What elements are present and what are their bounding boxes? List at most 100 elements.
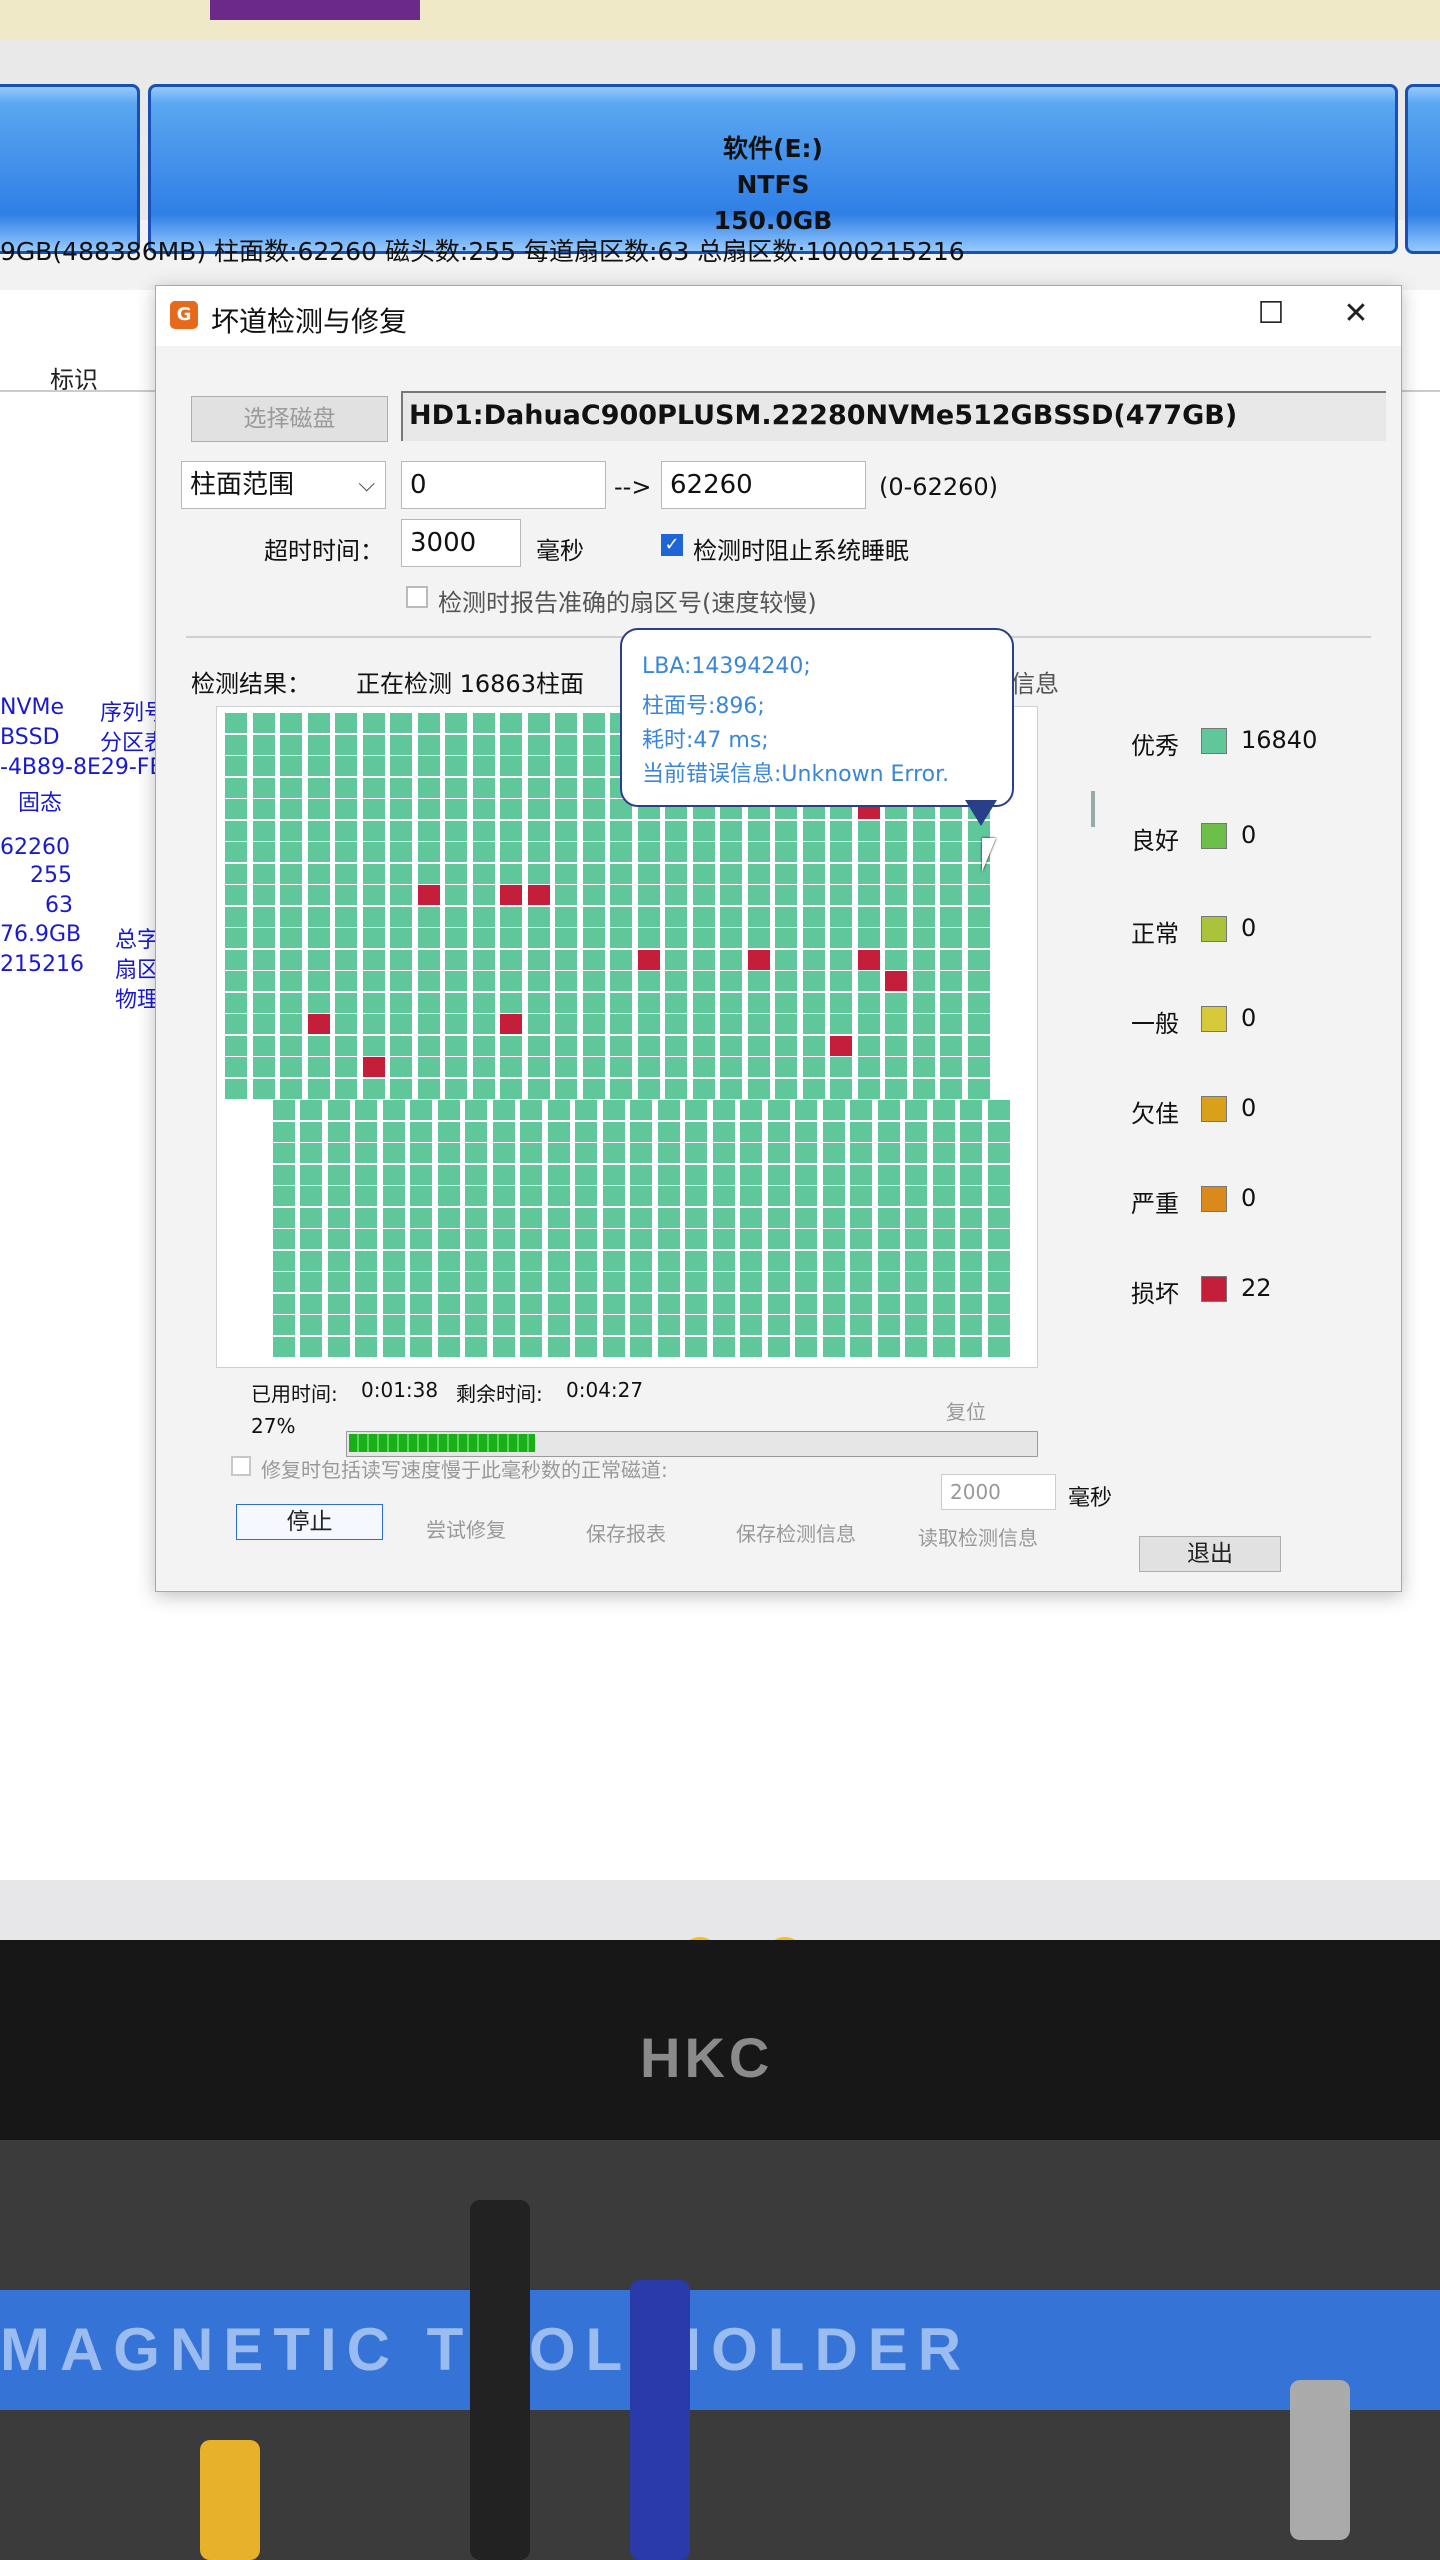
sector-block[interactable] bbox=[987, 1121, 1010, 1142]
sector-block[interactable] bbox=[472, 842, 495, 862]
save-report-button[interactable]: 保存报表 bbox=[586, 1518, 666, 1547]
sector-block[interactable] bbox=[665, 1035, 687, 1056]
sector-block[interactable] bbox=[857, 992, 880, 1013]
sector-block[interactable] bbox=[527, 971, 550, 991]
sector-block[interactable] bbox=[967, 992, 990, 1013]
stop-button[interactable]: 停止 bbox=[236, 1504, 383, 1540]
sector-block[interactable] bbox=[327, 1336, 350, 1357]
sector-block[interactable] bbox=[877, 1229, 900, 1249]
sector-block[interactable] bbox=[500, 799, 522, 819]
sector-block[interactable] bbox=[252, 992, 275, 1013]
sector-block[interactable] bbox=[465, 1336, 487, 1357]
sector-block[interactable] bbox=[527, 799, 550, 819]
sector-block[interactable] bbox=[280, 1057, 302, 1077]
sector-block[interactable] bbox=[225, 734, 247, 755]
sector-block[interactable] bbox=[637, 820, 660, 841]
sector-block[interactable] bbox=[272, 1336, 295, 1357]
sector-block[interactable] bbox=[877, 1250, 900, 1271]
prevent-sleep-checkbox[interactable]: ✓ bbox=[661, 534, 683, 556]
sector-block[interactable] bbox=[472, 1014, 495, 1034]
sector-block[interactable] bbox=[712, 1121, 735, 1142]
sector-block[interactable] bbox=[802, 863, 825, 884]
sector-block[interactable] bbox=[932, 1272, 955, 1292]
sector-block[interactable] bbox=[520, 1229, 542, 1249]
sector-block[interactable] bbox=[940, 1057, 962, 1077]
sector-block[interactable] bbox=[272, 1100, 295, 1120]
sector-block[interactable] bbox=[802, 1057, 825, 1077]
sector-block[interactable] bbox=[417, 842, 440, 862]
select-disk-button[interactable]: 选择磁盘 bbox=[191, 396, 388, 442]
sector-block[interactable] bbox=[417, 1014, 440, 1034]
sector-block[interactable] bbox=[335, 842, 357, 862]
sector-block[interactable] bbox=[885, 928, 907, 948]
sector-block[interactable] bbox=[307, 928, 330, 948]
sector-block[interactable] bbox=[665, 1014, 687, 1034]
sector-block[interactable] bbox=[657, 1272, 680, 1292]
sector-block[interactable] bbox=[527, 820, 550, 841]
sector-block[interactable] bbox=[665, 949, 687, 970]
sector-block[interactable] bbox=[500, 1035, 522, 1056]
sector-block[interactable] bbox=[775, 1035, 797, 1056]
sector-block[interactable] bbox=[987, 1143, 1010, 1163]
sector-block[interactable] bbox=[665, 820, 687, 841]
sector-block[interactable] bbox=[492, 1250, 515, 1271]
sector-block[interactable] bbox=[905, 1229, 927, 1249]
sector-block[interactable] bbox=[692, 885, 715, 905]
sector-block[interactable] bbox=[905, 1293, 927, 1314]
sector-block[interactable] bbox=[877, 1272, 900, 1292]
sector-block[interactable] bbox=[252, 863, 275, 884]
sector-block[interactable] bbox=[500, 928, 522, 948]
sector-block[interactable] bbox=[602, 1121, 625, 1142]
sector-block[interactable] bbox=[967, 971, 990, 991]
sector-block[interactable] bbox=[582, 734, 605, 755]
sector-block[interactable] bbox=[712, 1250, 735, 1271]
sector-block[interactable] bbox=[225, 906, 247, 927]
sector-block[interactable] bbox=[795, 1143, 817, 1163]
sector-block[interactable] bbox=[987, 1315, 1010, 1335]
sector-block[interactable] bbox=[885, 885, 907, 905]
sector-block[interactable] bbox=[280, 799, 302, 819]
sector-block[interactable] bbox=[547, 1293, 570, 1314]
sector-block[interactable] bbox=[225, 713, 247, 733]
sector-block[interactable] bbox=[225, 971, 247, 991]
sector-block[interactable] bbox=[912, 863, 935, 884]
sector-block[interactable] bbox=[575, 1336, 597, 1357]
sector-block[interactable] bbox=[382, 1207, 405, 1228]
sector-block[interactable] bbox=[885, 1014, 907, 1034]
sector-block[interactable] bbox=[555, 885, 577, 905]
sector-block[interactable] bbox=[335, 799, 357, 819]
sector-block[interactable] bbox=[362, 756, 385, 776]
sector-block[interactable] bbox=[307, 992, 330, 1013]
sector-block[interactable] bbox=[355, 1186, 377, 1206]
sector-block[interactable] bbox=[582, 756, 605, 776]
sector-block[interactable] bbox=[692, 820, 715, 841]
sector-block[interactable] bbox=[280, 906, 302, 927]
sector-block[interactable] bbox=[830, 1057, 852, 1077]
sector-block[interactable] bbox=[665, 842, 687, 862]
legend-scrollbar[interactable] bbox=[1091, 791, 1095, 827]
sector-block[interactable] bbox=[967, 949, 990, 970]
sector-block[interactable] bbox=[527, 713, 550, 733]
sector-block[interactable] bbox=[327, 1164, 350, 1185]
sector-block[interactable] bbox=[822, 1229, 845, 1249]
sector-block[interactable] bbox=[410, 1100, 432, 1120]
sector-block[interactable] bbox=[610, 971, 632, 991]
sector-block[interactable] bbox=[857, 1057, 880, 1077]
sector-block[interactable] bbox=[547, 1336, 570, 1357]
sector-block[interactable] bbox=[767, 1293, 790, 1314]
sector-block[interactable] bbox=[582, 1057, 605, 1077]
sector-block[interactable] bbox=[602, 1250, 625, 1271]
sector-block[interactable] bbox=[417, 1078, 440, 1099]
sector-block[interactable] bbox=[637, 863, 660, 884]
sector-block[interactable] bbox=[362, 971, 385, 991]
sector-block[interactable] bbox=[225, 820, 247, 841]
sector-block[interactable] bbox=[657, 1293, 680, 1314]
sector-block[interactable] bbox=[437, 1229, 460, 1249]
sector-block[interactable] bbox=[775, 906, 797, 927]
sector-block[interactable] bbox=[747, 842, 770, 862]
sector-block[interactable] bbox=[492, 1229, 515, 1249]
sector-block[interactable] bbox=[500, 863, 522, 884]
sector-block[interactable] bbox=[610, 992, 632, 1013]
sector-block[interactable] bbox=[472, 799, 495, 819]
sector-block[interactable] bbox=[280, 928, 302, 948]
